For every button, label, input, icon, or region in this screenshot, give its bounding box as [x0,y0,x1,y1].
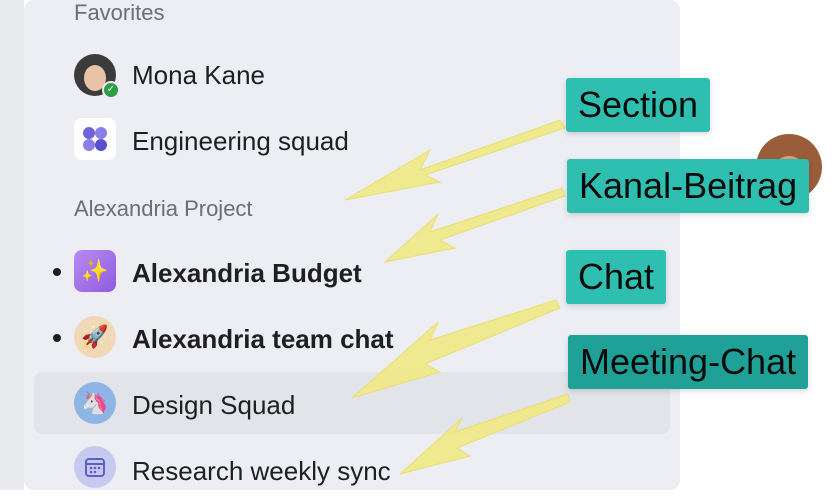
callout-chat: Chat [566,250,667,304]
arrow-section [344,119,566,201]
arrow-chat [351,299,561,399]
arrow-meeting-chat [399,393,571,475]
callout-section: Section [566,78,711,132]
callout-channel-post: Kanal-Beitrag [567,159,810,213]
callout-meeting-chat: Meeting-Chat [568,335,809,389]
annotation-arrows [344,119,571,475]
arrow-channel-post [383,187,566,263]
